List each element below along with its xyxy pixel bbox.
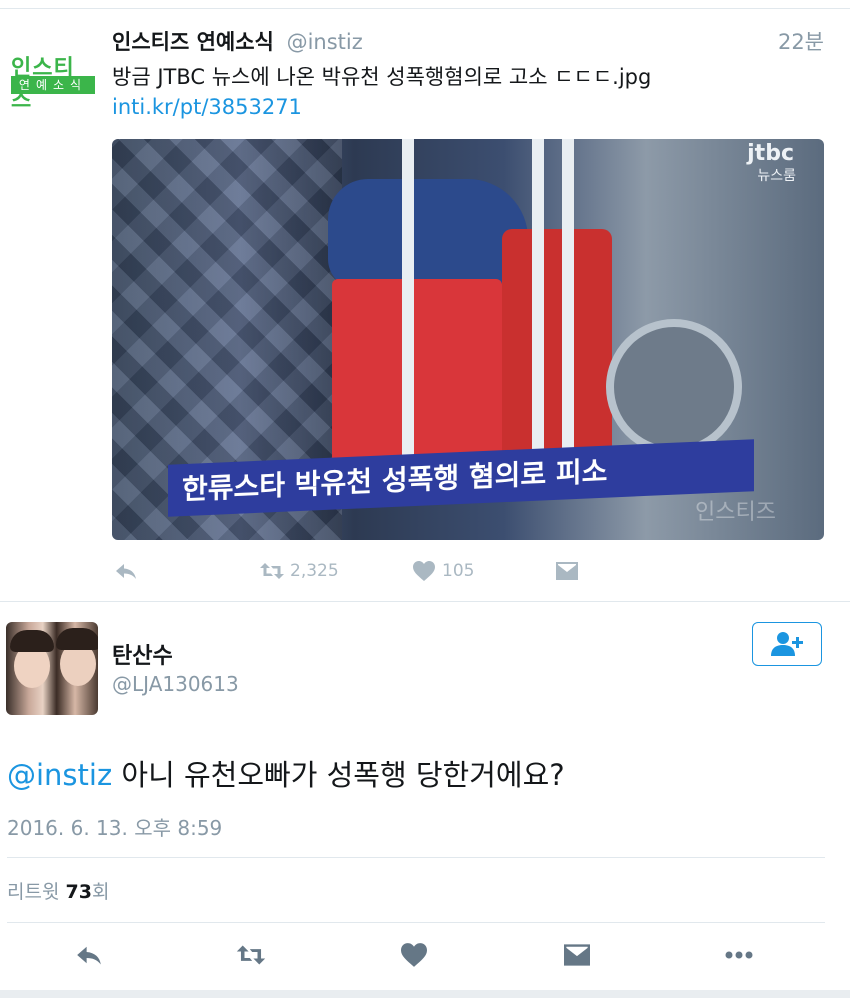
pole [402,139,414,469]
reply-button[interactable] [73,940,105,970]
follow-button[interactable] [752,622,822,666]
tweet-timestamp[interactable]: 22분 [778,26,824,56]
car-wheel [606,319,742,455]
pole [532,139,544,469]
newsroom-label: 뉴스룸 [757,168,796,184]
bottom-bar [0,990,850,998]
retweet-stats[interactable]: 리트윗 73회 [7,877,109,904]
display-name[interactable]: 인스티즈 연예소식 [112,30,274,54]
jtbc-logo: jtbc [747,141,794,166]
tweet-media-image[interactable]: jtbc 뉴스룸 한류스타 박유천 성폭행 혐의로 피소 인스티즈 [112,139,824,540]
like-button[interactable]: 105 [412,558,474,584]
like-count: 105 [442,561,475,581]
avatar-hair [10,630,54,652]
tweet-text: 방금 JTBC 뉴스에 나온 박유천 성폭행혐의로 고소 ㄷㄷㄷ.jpg int… [112,62,824,122]
tweet-header: 인스티즈 연예소식 @instiz 22분 [112,26,824,54]
mention-link[interactable]: @instiz [7,758,112,792]
divider [7,857,825,858]
retweet-icon [236,945,266,965]
user-handle[interactable]: @instiz [287,30,363,54]
red-chair [332,279,502,479]
top-divider [0,8,850,9]
display-name[interactable]: 탄산수 [112,638,173,670]
reply-icon [77,946,101,965]
tweet-body: 방금 JTBC 뉴스에 나온 박유천 성폭행혐의로 고소 ㄷㄷㄷ.jpg [112,65,652,89]
retweet-count: 73 [65,881,92,903]
follow-user-icon [771,632,803,656]
tweet-text: @instiz 아니 유천오빠가 성폭행 당한거에요? [7,752,565,794]
watermark: 인스티즈 [695,500,776,525]
tweet-date: 2016. 6. 13. 오후 8:59 [7,816,223,840]
direct-message-button[interactable] [555,558,579,584]
more-icon [725,951,753,959]
user-avatar[interactable] [6,622,98,715]
blue-cloth [328,179,528,289]
tweet-link[interactable]: inti.kr/pt/3853271 [112,95,302,119]
retweet-icon [260,563,284,579]
reply-button[interactable] [114,558,138,584]
retweet-button[interactable] [235,940,267,970]
more-button[interactable] [723,940,755,970]
retweet-suffix: 회 [91,881,110,903]
direct-message-icon [556,562,578,580]
heart-icon [401,943,427,967]
pole [562,139,574,469]
avatar-logo-bar: 연예소식 [11,76,95,94]
heart-icon [413,561,435,581]
tweet-divider [0,601,850,602]
instiz-avatar[interactable]: 인스티즈 연예소식 [7,48,95,113]
direct-message-icon [564,944,590,966]
user-handle[interactable]: @LJA130613 [112,672,239,696]
like-button[interactable] [398,940,430,970]
divider [7,922,825,923]
retweet-label: 리트윗 [7,881,66,903]
retweet-button[interactable]: 2,325 [260,558,339,584]
retweet-count: 2,325 [290,561,339,581]
reply-icon [116,564,136,579]
tweet-body: 아니 유천오빠가 성폭행 당한거에요? [112,758,565,792]
avatar-hair [56,628,98,650]
red-chair [502,229,612,479]
direct-message-button[interactable] [561,940,593,970]
